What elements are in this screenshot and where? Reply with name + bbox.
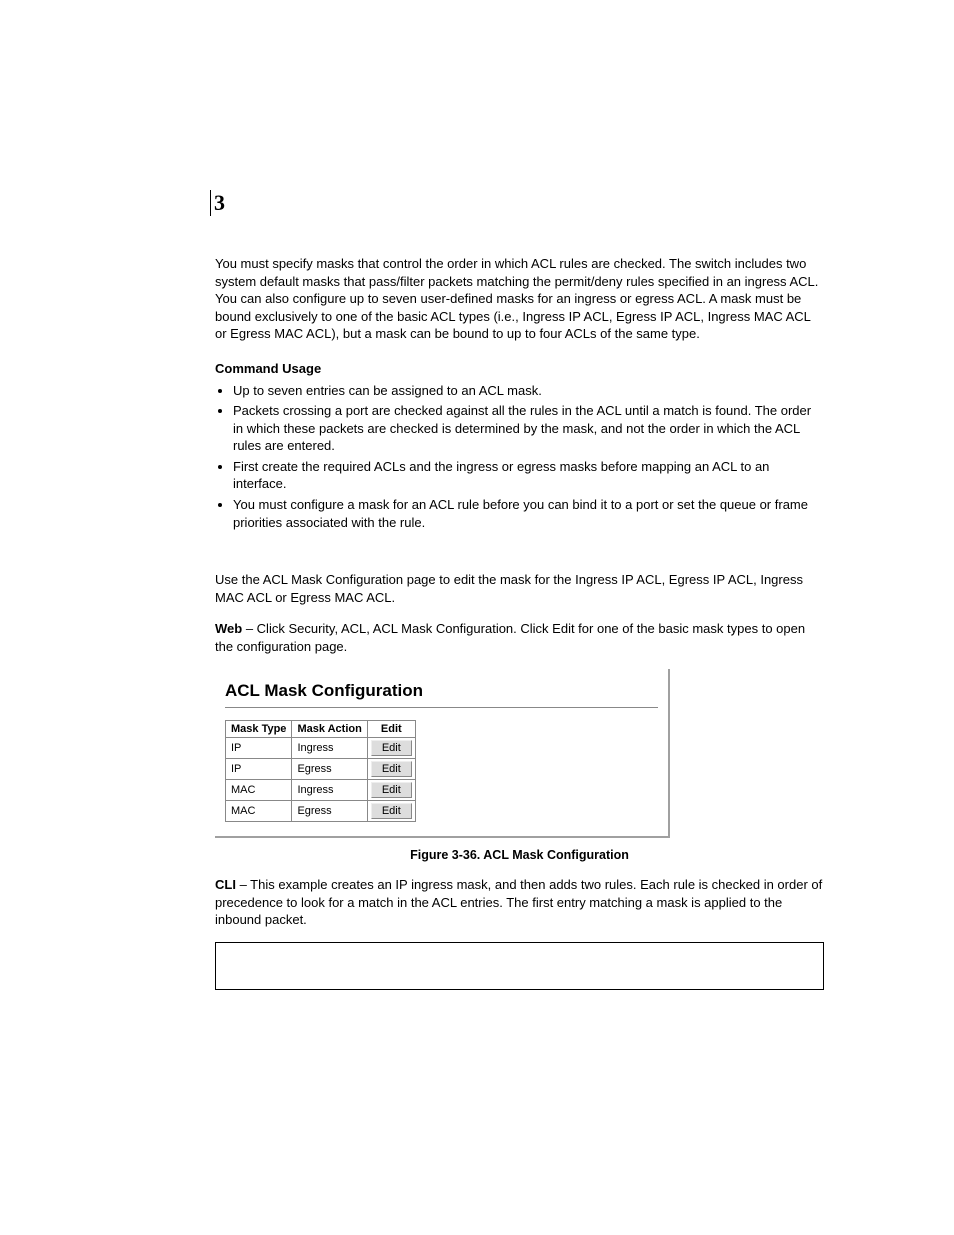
cell-action: Ingress — [292, 780, 367, 801]
screenshot-panel: ACL Mask Configuration Mask Type Mask Ac… — [215, 669, 670, 838]
table-row: IP Egress Edit — [226, 759, 416, 780]
edit-button[interactable]: Edit — [371, 761, 412, 777]
cell-action: Egress — [292, 801, 367, 822]
list-item: Up to seven entries can be assigned to a… — [233, 382, 824, 400]
web-label: Web — [215, 621, 242, 636]
edit-button[interactable]: Edit — [371, 782, 412, 798]
cell-type: IP — [226, 759, 292, 780]
table-row: IP Ingress Edit — [226, 738, 416, 759]
web-text: – Click Security, ACL, ACL Mask Configur… — [215, 621, 805, 654]
table-row: MAC Egress Edit — [226, 801, 416, 822]
list-item: You must configure a mask for an ACL rul… — [233, 496, 824, 531]
divider — [225, 707, 658, 708]
cell-action: Ingress — [292, 738, 367, 759]
cli-label: CLI — [215, 877, 236, 892]
command-usage-list: Up to seven entries can be assigned to a… — [215, 382, 824, 531]
cell-edit: Edit — [367, 780, 415, 801]
cell-type: MAC — [226, 780, 292, 801]
web-paragraph: Web – Click Security, ACL, ACL Mask Conf… — [215, 620, 824, 655]
col-header-action: Mask Action — [292, 721, 367, 738]
cell-action: Egress — [292, 759, 367, 780]
cell-edit: Edit — [367, 801, 415, 822]
document-page: 3 You must specify masks that control th… — [0, 0, 954, 1090]
edit-button[interactable]: Edit — [371, 740, 412, 756]
col-header-type: Mask Type — [226, 721, 292, 738]
list-item: Packets crossing a port are checked agai… — [233, 402, 824, 455]
cell-edit: Edit — [367, 759, 415, 780]
cli-example-box — [215, 942, 824, 990]
mask-table: Mask Type Mask Action Edit IP Ingress Ed… — [225, 720, 416, 822]
cli-text: – This example creates an IP ingress mas… — [215, 877, 822, 927]
command-usage-heading: Command Usage — [215, 361, 824, 376]
table-row: MAC Ingress Edit — [226, 780, 416, 801]
table-header-row: Mask Type Mask Action Edit — [226, 721, 416, 738]
cell-type: IP — [226, 738, 292, 759]
section-paragraph: Use the ACL Mask Configuration page to e… — [215, 571, 824, 606]
list-item: First create the required ACLs and the i… — [233, 458, 824, 493]
cell-edit: Edit — [367, 738, 415, 759]
edit-button[interactable]: Edit — [371, 803, 412, 819]
screenshot-title: ACL Mask Configuration — [225, 681, 658, 701]
figure-caption: Figure 3-36. ACL Mask Configuration — [215, 848, 824, 862]
intro-paragraph: You must specify masks that control the … — [215, 255, 824, 343]
col-header-edit: Edit — [367, 721, 415, 738]
cell-type: MAC — [226, 801, 292, 822]
page-number-badge: 3 — [210, 190, 227, 216]
cli-paragraph: CLI – This example creates an IP ingress… — [215, 876, 824, 929]
